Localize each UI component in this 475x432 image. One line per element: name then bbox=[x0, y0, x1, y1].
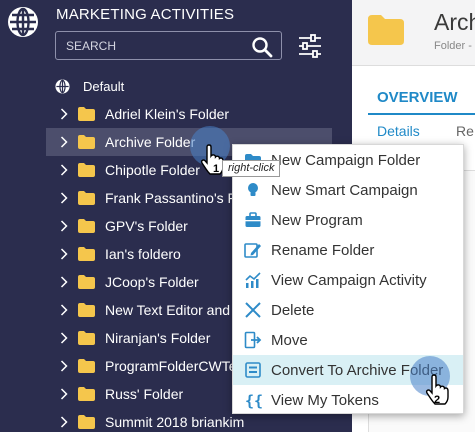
tree-item-default[interactable]: Default bbox=[55, 76, 124, 96]
briefcase-icon bbox=[245, 212, 261, 227]
chevron-right-icon[interactable] bbox=[60, 416, 68, 428]
menu-item-new-program[interactable]: New Program bbox=[233, 205, 463, 235]
folder-icon bbox=[78, 415, 95, 429]
menu-item-label: Rename Folder bbox=[271, 242, 375, 259]
svg-text:{{: {{ bbox=[245, 392, 262, 409]
chevron-right-icon[interactable] bbox=[60, 220, 68, 232]
tree-item-label: Frank Passantino's Fo bbox=[105, 190, 244, 206]
braces-icon: {{ bbox=[245, 392, 262, 409]
filter-sliders-icon[interactable] bbox=[296, 33, 324, 59]
folder-icon bbox=[78, 163, 95, 177]
detail-header: Archi Folder - bbox=[352, 0, 475, 66]
sidebar-title: MARKETING ACTIVITIES bbox=[56, 6, 235, 23]
tree-item-label: Niranjan's Folder bbox=[105, 330, 211, 346]
folder-icon bbox=[78, 135, 95, 149]
chevron-right-icon[interactable] bbox=[60, 388, 68, 400]
tab-underline bbox=[368, 113, 475, 115]
folder-icon bbox=[78, 275, 95, 289]
tree-item-label: Ian's foldero bbox=[105, 246, 181, 262]
x-icon bbox=[245, 302, 261, 318]
globe-icon bbox=[55, 78, 70, 94]
tab-overview[interactable]: OVERVIEW bbox=[377, 89, 458, 106]
menu-item-label: View My Tokens bbox=[271, 392, 379, 409]
tree-item-label: GPV's Folder bbox=[105, 218, 188, 234]
folder-icon bbox=[78, 219, 95, 233]
search-box[interactable] bbox=[55, 31, 282, 60]
archive-icon bbox=[245, 362, 261, 378]
tree-item-label: Default bbox=[83, 78, 125, 94]
menu-item-new-smart-campaign[interactable]: New Smart Campaign bbox=[233, 175, 463, 205]
folder-icon bbox=[78, 359, 95, 373]
menu-item-label: New Program bbox=[271, 212, 363, 229]
chevron-right-icon[interactable] bbox=[60, 332, 68, 344]
folder-icon bbox=[368, 15, 404, 45]
tree-item-label: Summit 2018 briankim bbox=[105, 414, 245, 430]
detail-subtitle: Folder - bbox=[434, 40, 472, 52]
tab-details[interactable]: Details bbox=[377, 123, 420, 139]
step-number-2: 2 bbox=[434, 394, 441, 406]
menu-item-move[interactable]: Move bbox=[233, 325, 463, 355]
chevron-right-icon[interactable] bbox=[60, 164, 68, 176]
tab-re[interactable]: Re bbox=[456, 123, 474, 139]
folder-icon bbox=[78, 191, 95, 205]
menu-item-label: View Campaign Activity bbox=[271, 272, 427, 289]
bar-chart-icon bbox=[245, 272, 261, 288]
chevron-right-icon[interactable] bbox=[60, 136, 68, 148]
menu-item-delete[interactable]: Delete bbox=[233, 295, 463, 325]
folder-icon bbox=[78, 387, 95, 401]
menu-item-label: New Smart Campaign bbox=[271, 182, 418, 199]
menu-item-rename-folder[interactable]: Rename Folder bbox=[233, 235, 463, 265]
folder-icon bbox=[78, 303, 95, 317]
tree-item-label: Russ' Folder bbox=[105, 386, 184, 402]
tree-item-label: Adriel Klein's Folder bbox=[105, 106, 230, 122]
folder-icon bbox=[78, 107, 95, 121]
step-number-1: 1 bbox=[213, 163, 220, 175]
menu-item-label: New Campaign Folder bbox=[271, 152, 421, 169]
chevron-right-icon[interactable] bbox=[60, 276, 68, 288]
tree-item-label: Archive Folder bbox=[105, 134, 196, 150]
chevron-right-icon[interactable] bbox=[60, 360, 68, 372]
right-click-callout: right-click bbox=[222, 160, 281, 177]
chevron-right-icon[interactable] bbox=[60, 192, 68, 204]
tree-item-label: Chipotle Folder bbox=[105, 162, 200, 178]
chevron-right-icon[interactable] bbox=[60, 108, 68, 120]
tree-item-label: New Text Editor and bbox=[105, 302, 231, 318]
chevron-right-icon[interactable] bbox=[60, 304, 68, 316]
move-icon bbox=[244, 331, 262, 349]
search-icon[interactable] bbox=[251, 36, 273, 58]
globe-icon[interactable] bbox=[7, 6, 39, 38]
pencil-icon bbox=[244, 243, 261, 258]
menu-item-view-campaign-activity[interactable]: View Campaign Activity bbox=[233, 265, 463, 295]
tree-item-label: ProgramFolderCWTe bbox=[105, 358, 237, 374]
search-input[interactable] bbox=[66, 38, 236, 54]
lightbulb-icon bbox=[248, 183, 258, 196]
detail-title: Archi bbox=[434, 9, 475, 35]
chevron-right-icon[interactable] bbox=[60, 248, 68, 260]
folder-icon bbox=[78, 331, 95, 345]
menu-item-label: Delete bbox=[271, 302, 315, 319]
menu-item-label: Move bbox=[271, 332, 308, 349]
tree-item-folder[interactable]: Adriel Klein's Folder bbox=[0, 100, 352, 128]
tree-item-label: JCoop's Folder bbox=[105, 274, 199, 290]
folder-icon bbox=[78, 247, 95, 261]
